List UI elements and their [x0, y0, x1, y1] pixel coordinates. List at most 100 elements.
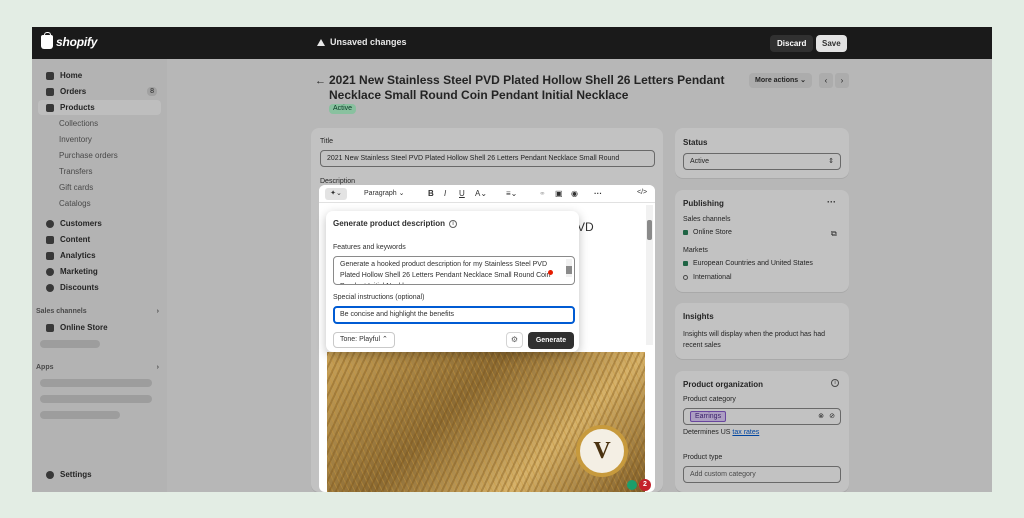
market-item: European Countries and United States	[683, 260, 813, 267]
logo-text: shopify	[56, 35, 98, 49]
orders-icon	[46, 87, 54, 96]
code-view-button[interactable]: </>	[637, 189, 647, 196]
sidebar-item-marketing[interactable]: Marketing	[38, 264, 161, 279]
product-type-label: Product type	[683, 454, 723, 461]
marketing-icon	[46, 267, 54, 276]
apps-heading: Apps	[36, 364, 54, 371]
align-button[interactable]: ≡⌄	[506, 189, 517, 198]
market-label: European Countries and United States	[693, 260, 813, 267]
product-type-input[interactable]: Add custom category	[683, 466, 841, 483]
product-organization-card: Product organization i Product category …	[675, 371, 849, 492]
status-select-value: Active	[690, 158, 710, 165]
sales-channels-heading: Sales channels	[36, 308, 87, 315]
more-actions-button[interactable]: More actions ⌄	[749, 73, 812, 88]
product-category-input[interactable]: Earrings ⊗ ⊘	[683, 408, 841, 425]
sales-channels-label: Sales channels	[683, 216, 731, 223]
sidebar-item-discounts[interactable]: Discounts	[38, 280, 161, 295]
sidebar-item-collections[interactable]: Collections	[38, 116, 161, 131]
sidebar-item-settings[interactable]: Settings	[38, 467, 161, 482]
previous-product-button[interactable]: ‹	[819, 73, 833, 88]
info-icon[interactable]: i	[449, 219, 458, 228]
next-product-button[interactable]: ›	[835, 73, 849, 88]
status-heading: Status	[683, 138, 708, 147]
check-icon[interactable]: ⊘	[829, 409, 835, 424]
sidebar-item-label: Discounts	[60, 283, 99, 292]
sidebar-item-analytics[interactable]: Analytics	[38, 248, 161, 263]
sidebar-item-online-store[interactable]: Online Store	[38, 320, 161, 335]
shopify-admin-window: shopify Unsaved changes Discard Save Hom…	[32, 27, 992, 492]
publishing-heading: Publishing	[683, 199, 724, 208]
person-icon	[46, 219, 54, 228]
special-instructions-label: Special instructions (optional)	[333, 294, 425, 301]
tone-select[interactable]: Tone: Playful ⌃	[333, 332, 395, 348]
analytics-icon	[46, 251, 54, 260]
manage-channel-icon[interactable]: ⧉	[831, 229, 837, 239]
shopify-logo[interactable]: shopify	[41, 32, 98, 49]
sliders-icon[interactable]: ⚙	[506, 332, 523, 348]
blurred-app	[40, 379, 152, 387]
special-instructions-input[interactable]: Be concise and highlight the benefits	[333, 306, 575, 324]
market-label: International	[693, 274, 732, 281]
image-icon[interactable]: ▣	[555, 189, 563, 198]
sidebar-item-catalogs[interactable]: Catalogs	[38, 196, 161, 211]
editor-scrollbar-thumb[interactable]	[647, 220, 652, 240]
sidebar-item-label: Customers	[60, 219, 102, 228]
notification-badge: 2	[639, 479, 651, 491]
textarea-scrollbar-thumb[interactable]	[566, 266, 572, 274]
shopify-bag-icon	[41, 32, 53, 49]
market-active-dot	[683, 260, 688, 266]
sidebar-item-home[interactable]: Home	[38, 68, 161, 83]
magic-generate-icon[interactable]: ✦⌄	[325, 188, 347, 200]
sidebar-item-transfers[interactable]: Transfers	[38, 164, 161, 179]
unsaved-text: Unsaved changes	[330, 37, 407, 47]
blurred-app	[40, 395, 152, 403]
italic-button[interactable]: I	[444, 189, 446, 198]
popup-title-text: Generate product description	[333, 219, 446, 228]
market-inactive-dot	[683, 274, 688, 280]
discard-button[interactable]: Discard	[770, 35, 814, 52]
link-icon[interactable]: ⚭	[539, 189, 546, 198]
paragraph-select[interactable]: Paragraph ⌄	[364, 189, 405, 197]
product-organization-heading: Product organization	[683, 380, 763, 389]
save-button[interactable]: Save	[816, 35, 847, 52]
sidebar-item-gift-cards[interactable]: Gift cards	[38, 180, 161, 195]
more-formatting-button[interactable]: ···	[594, 189, 602, 198]
store-icon	[46, 323, 54, 332]
info-icon[interactable]: i	[831, 379, 839, 387]
back-arrow-icon[interactable]: ←	[315, 75, 326, 87]
insights-card: Insights Insights will display when the …	[675, 303, 849, 359]
sidebar: Home Orders 8 Products Collections Invent…	[32, 59, 167, 492]
sidebar-item-inventory[interactable]: Inventory	[38, 132, 161, 147]
sidebar-item-customers[interactable]: Customers	[38, 216, 161, 231]
apps-section[interactable]: Apps ›	[36, 364, 159, 371]
editor-toolbar: ✦⌄ Paragraph ⌄ B I U A⌄ ≡⌄ ⚭ ▣ ◉ ··· </>	[319, 185, 655, 203]
sidebar-item-orders[interactable]: Orders 8	[38, 84, 161, 99]
sidebar-item-purchase-orders[interactable]: Purchase orders	[38, 148, 161, 163]
sales-channels-section[interactable]: Sales channels ›	[36, 308, 159, 315]
video-icon[interactable]: ◉	[571, 189, 578, 198]
status-select[interactable]: Active ⇕	[683, 153, 841, 170]
online-status-dot	[683, 229, 688, 235]
title-input[interactable]: 2021 New Stainless Steel PVD Plated Holl…	[320, 150, 655, 167]
online-store-channel: Online Store	[683, 229, 732, 236]
features-textarea[interactable]: Generate a hooked product description fo…	[333, 256, 575, 285]
discount-icon	[46, 283, 54, 292]
publishing-more-button[interactable]: ···	[827, 197, 836, 207]
text-color-button[interactable]: A⌄	[475, 189, 487, 198]
bold-button[interactable]: B	[428, 189, 434, 198]
sidebar-item-label: Online Store	[60, 323, 108, 332]
warning-icon	[317, 38, 325, 46]
underline-button[interactable]: U	[459, 189, 465, 198]
features-label: Features and keywords	[333, 244, 406, 251]
generate-button[interactable]: Generate	[528, 332, 574, 349]
blurred-app	[40, 411, 120, 419]
product-category-label: Product category	[683, 396, 736, 403]
gear-icon	[46, 470, 54, 479]
tax-rates-link[interactable]: tax rates	[732, 429, 759, 436]
top-bar: shopify Unsaved changes Discard Save	[32, 27, 992, 59]
sidebar-item-content[interactable]: Content	[38, 232, 161, 247]
insights-text: Insights will display when the product h…	[683, 331, 826, 349]
sidebar-item-label: Products	[60, 103, 95, 112]
clear-icon[interactable]: ⊗	[818, 409, 824, 424]
sidebar-item-products[interactable]: Products	[38, 100, 161, 115]
